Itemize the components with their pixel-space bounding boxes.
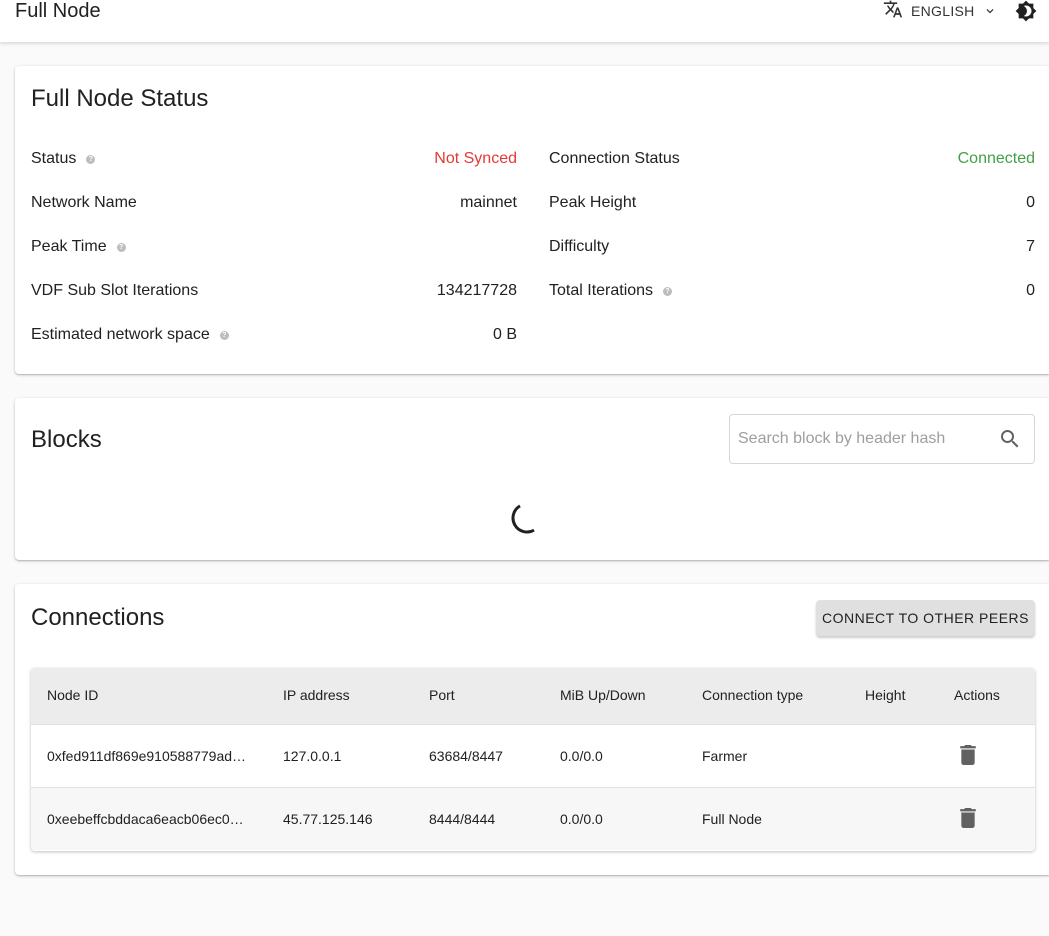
total-iterations-value: 0 — [1026, 282, 1035, 299]
column-port: Port — [429, 687, 455, 703]
help-icon[interactable]: ? — [86, 154, 96, 164]
port-cell: 63684/8447 — [429, 748, 503, 764]
ip-cell: 45.77.125.146 — [283, 811, 373, 827]
blocks-card-title: Blocks — [31, 426, 102, 453]
mib-cell: 0.0/0.0 — [560, 811, 603, 827]
network-space-label: Estimated network space — [31, 326, 210, 343]
column-connection-type: Connection type — [702, 687, 804, 703]
table-row: 0xfed911df869e910588779ad… 127.0.0.1 636… — [31, 724, 1035, 787]
status-row: Status ? — [31, 147, 96, 171]
help-icon[interactable]: ? — [663, 286, 673, 296]
connections-card-title: Connections — [31, 604, 165, 631]
status-value: Not Synced — [434, 150, 517, 167]
language-selector[interactable]: ENGLISH — [883, 0, 997, 22]
help-icon[interactable]: ? — [219, 330, 229, 340]
connection-status-label: Connection Status — [549, 150, 680, 167]
language-label: ENGLISH — [911, 3, 975, 19]
peak-time-value — [315, 235, 517, 259]
column-node-id: Node ID — [47, 687, 99, 703]
port-cell: 8444/8444 — [429, 811, 496, 827]
peak-height-row: Peak Height — [549, 191, 636, 215]
difficulty-label: Difficulty — [549, 238, 610, 255]
node-id-cell: 0xeebeffcbddaca6eacb06ec0… — [47, 811, 244, 827]
table-row: 0xeebeffcbddaca6eacb06ec0… 45.77.125.146… — [31, 787, 1035, 850]
network-name-row: Network Name — [31, 191, 137, 215]
connections-table: Node ID IP address Port MiB Up/Down Conn… — [31, 668, 1035, 851]
node-id-cell: 0xfed911df869e910588779ad… — [47, 748, 247, 764]
table-header: Node ID IP address Port MiB Up/Down Conn… — [31, 668, 1035, 724]
delete-icon[interactable] — [960, 808, 976, 828]
status-card-title: Full Node Status — [31, 85, 209, 112]
difficulty-value: 7 — [1026, 238, 1035, 255]
peak-height-label: Peak Height — [549, 194, 637, 211]
app-bar: Full Node ENGLISH — [0, 0, 1049, 42]
connection-type-cell: Full Node — [702, 811, 762, 827]
translate-icon — [883, 0, 903, 24]
connection-type-cell: Farmer — [702, 748, 748, 764]
network-name-value: mainnet — [460, 194, 517, 211]
difficulty-row: Difficulty — [549, 235, 609, 259]
delete-icon[interactable] — [960, 745, 976, 765]
connection-status-value: Connected — [957, 150, 1035, 167]
search-block-field[interactable] — [729, 414, 1035, 464]
connections-card: Connections CONNECT TO OTHER PEERS Node … — [15, 584, 1049, 875]
blocks-card: Blocks — [15, 398, 1049, 560]
mib-cell: 0.0/0.0 — [560, 748, 603, 764]
vdf-value: 134217728 — [436, 282, 517, 299]
search-icon[interactable] — [998, 427, 1022, 451]
column-actions: Actions — [954, 687, 1000, 703]
column-ip-address: IP address — [283, 687, 350, 703]
search-block-input[interactable] — [738, 427, 988, 451]
network-name-label: Network Name — [31, 194, 137, 211]
connect-to-other-peers-button[interactable]: CONNECT TO OTHER PEERS — [816, 600, 1035, 636]
status-label: Status — [31, 150, 77, 167]
total-iterations-row: Total Iterations ? — [549, 279, 673, 303]
peak-time-label: Peak Time — [31, 238, 107, 255]
column-height: Height — [865, 687, 906, 703]
chevron-down-icon — [983, 4, 997, 18]
vdf-label: VDF Sub Slot Iterations — [31, 282, 199, 299]
vdf-row: VDF Sub Slot Iterations — [31, 279, 198, 303]
peak-time-row: Peak Time ? — [31, 235, 126, 259]
theme-toggle-icon[interactable] — [1014, 0, 1038, 22]
loading-spinner-icon — [510, 501, 544, 535]
full-node-status-card: Full Node Status Status ? Not Synced Net… — [15, 66, 1049, 374]
ip-cell: 127.0.0.1 — [283, 748, 342, 764]
peak-height-value: 0 — [1026, 194, 1035, 211]
column-mib-up-down: MiB Up/Down — [560, 687, 646, 703]
network-space-value: 0 B — [492, 326, 517, 343]
help-icon[interactable]: ? — [116, 242, 126, 252]
total-iterations-label: Total Iterations — [549, 282, 654, 299]
connection-status-row: Connection Status — [549, 147, 680, 171]
app-title: Full Node — [15, 0, 101, 22]
network-space-row: Estimated network space ? — [31, 323, 229, 347]
